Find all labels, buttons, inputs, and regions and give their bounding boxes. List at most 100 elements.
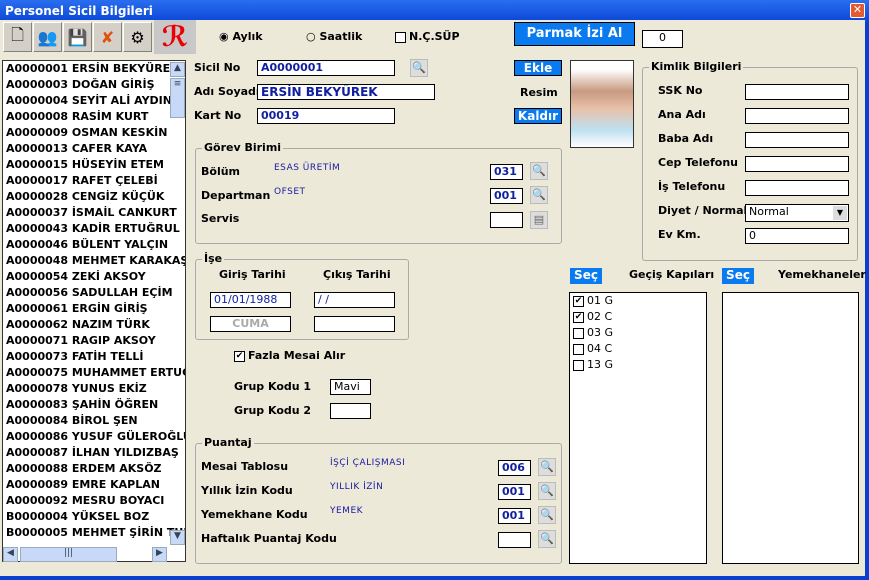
sicil-input[interactable]: A0000001 [257,60,395,76]
list-icon[interactable]: ▤ [530,211,548,229]
search-icon[interactable]: 🔍 [538,458,556,476]
checkbox[interactable] [573,359,584,371]
users-icon[interactable]: 👥 [33,22,62,52]
list-item[interactable]: A0000056 SADULLAH EÇİM [6,286,173,302]
list-item[interactable]: A0000092 MESRU BOYACI [6,494,164,510]
list-item[interactable]: A0000073 FATİH TELLİ [6,350,144,366]
list-item[interactable]: A0000078 YUNUS EKİZ [6,382,147,398]
servis-code-input[interactable] [490,212,523,228]
giris-date-input[interactable]: 01/01/1988 [210,292,291,308]
kimlik-input[interactable] [745,108,849,124]
kimlik-input[interactable] [745,132,849,148]
list-item[interactable]: B0000004 YÜKSEL BOZ [6,510,149,526]
checkbox[interactable]: ✔ [573,295,584,307]
list-item[interactable]: A0000009 OSMAN KESKİN [6,126,167,142]
employee-list[interactable]: A0000001 ERSİN BEKYÜREK A0000003 DOĞAN Gİ… [2,60,186,562]
list-item[interactable]: A0000087 İLHAN YILDIZBAŞ [6,446,179,462]
vertical-scrollbar-thumb[interactable]: ≡ [170,78,185,118]
cafeterias-select-button[interactable]: Seç [722,268,754,284]
delete-icon[interactable]: ✘ [93,22,122,52]
list-item[interactable]: A0000043 KADİR ERTUĞRUL [6,222,180,238]
radio-aylik[interactable]: ◉ Aylık [219,30,263,43]
search-icon[interactable]: 🔍 [530,186,548,204]
kimlik-input[interactable] [745,156,849,172]
km-input[interactable]: 0 [745,228,849,244]
gate-item[interactable]: 04 C [573,342,612,358]
list-item[interactable]: A0000048 MEHMET KARAKAŞ [6,254,185,270]
gates-list[interactable]: ✔ 01 G ✔ 02 C 03 G 04 C 13 G [569,292,707,564]
departman-code-input[interactable]: 001 [490,188,523,204]
horizontal-scrollbar-thumb[interactable]: ||| [20,547,117,562]
list-item[interactable]: A0000017 RAFET ÇELEBİ [6,174,158,190]
scroll-left-button[interactable]: ◀ [3,547,18,562]
list-item[interactable]: A0000075 MUHAMMET ERTUĞ [6,366,185,382]
list-item[interactable]: A0000003 DOĞAN GİRİŞ [6,78,155,94]
diet-select[interactable]: Normal ▼ [745,204,849,222]
list-item[interactable]: B0000005 MEHMET ŞİRİN TUR [6,526,185,542]
gate-item[interactable]: 03 G [573,326,613,342]
bolum-code-input[interactable]: 031 [490,164,523,180]
name-input[interactable]: ERSİN BEKYÜREK [257,84,435,100]
radio-saatlik[interactable]: ○ Saatlik [306,30,362,43]
search-icon[interactable]: 🔍 [410,59,428,77]
list-item[interactable]: A0000089 EMRE KAPLAN [6,478,160,494]
new-document-icon[interactable]: 🗋 [3,22,32,52]
list-item[interactable]: A0000083 ŞAHİN ÖĞREN [6,398,158,414]
cikis-date-input[interactable]: / / [314,292,395,308]
list-item[interactable]: A0000088 ERDEM AKSÖZ [6,462,162,478]
list-item[interactable]: A0000037 İSMAİL CANKURT [6,206,177,222]
gate-item[interactable]: 13 G [573,358,613,374]
kimlik-input[interactable] [745,180,849,196]
list-item[interactable]: A0000054 ZEKİ AKSOY [6,270,146,286]
checkbox[interactable] [573,327,584,339]
list-item[interactable]: A0000086 YUSUF GÜLEROĞLU [6,430,185,446]
list-item[interactable]: A0000084 BİROL ŞEN [6,414,138,430]
kimlik-label: İş Telefonu [658,180,726,193]
add-photo-button[interactable]: Ekle [514,60,562,76]
checkbox[interactable]: ✔ [573,311,584,323]
gate-item[interactable]: ✔ 02 C [573,310,612,326]
overtime-checkbox[interactable]: ✔ Fazla Mesai Alır [234,349,345,362]
gates-select-button[interactable]: Seç [570,268,602,284]
scroll-down-button[interactable]: ▼ [170,530,185,545]
list-item[interactable]: A0000062 NAZIM TÜRK [6,318,150,334]
checkbox[interactable] [395,31,406,43]
group-title: İşe [202,252,225,265]
fingerprint-button[interactable]: Parmak İzi Al [514,22,635,46]
save-icon[interactable]: 💾 [63,22,92,52]
remove-photo-button[interactable]: Kaldır [514,108,562,124]
group1-input[interactable]: Mavi [330,379,371,395]
puantaj-code-input[interactable]: 001 [498,508,531,524]
list-item[interactable]: A0000013 CAFER KAYA [6,142,147,158]
search-icon[interactable]: 🔍 [530,162,548,180]
scroll-right-button[interactable]: ▶ [152,547,167,562]
list-item[interactable]: A0000015 HÜSEYİN ETEM [6,158,164,174]
puantaj-code-input[interactable] [498,532,531,548]
close-button[interactable]: ✕ [850,3,865,18]
search-icon[interactable]: 🔍 [538,482,556,500]
card-input[interactable]: 00019 [257,108,395,124]
list-item[interactable]: A0000004 SEYİT ALİ AYDIN [6,94,172,110]
employee-name: ERGİN GİRİŞ [71,302,148,315]
ncsup-checkbox[interactable]: N.Ç.SÜP [395,30,460,43]
list-item[interactable]: A0000061 ERGİN GİRİŞ [6,302,148,318]
tools-icon[interactable]: ⚙ [123,22,152,52]
puantaj-code-input[interactable]: 006 [498,460,531,476]
group2-input[interactable] [330,403,371,419]
list-item[interactable]: A0000008 RASİM KURT [6,110,148,126]
list-item[interactable]: A0000028 CENGİZ KÜÇÜK [6,190,164,206]
list-item[interactable]: A0000046 BÜLENT YALÇIN [6,238,168,254]
cafeterias-list[interactable] [722,292,859,564]
title-bar: Personel Sicil Bilgileri [0,0,869,22]
list-item[interactable]: A0000071 RAGIP AKSOY [6,334,156,350]
checkbox[interactable] [573,343,584,355]
kimlik-input[interactable] [745,84,849,100]
scroll-up-button[interactable]: ▲ [170,62,185,77]
chevron-down-icon[interactable]: ▼ [833,206,847,220]
search-icon[interactable]: 🔍 [538,530,556,548]
search-icon[interactable]: 🔍 [538,506,556,524]
gate-item[interactable]: ✔ 01 G [573,294,613,310]
list-item[interactable]: A0000001 ERSİN BEKYÜREK [6,62,179,78]
puantaj-code-input[interactable]: 001 [498,484,531,500]
checkbox[interactable]: ✔ [234,350,245,362]
